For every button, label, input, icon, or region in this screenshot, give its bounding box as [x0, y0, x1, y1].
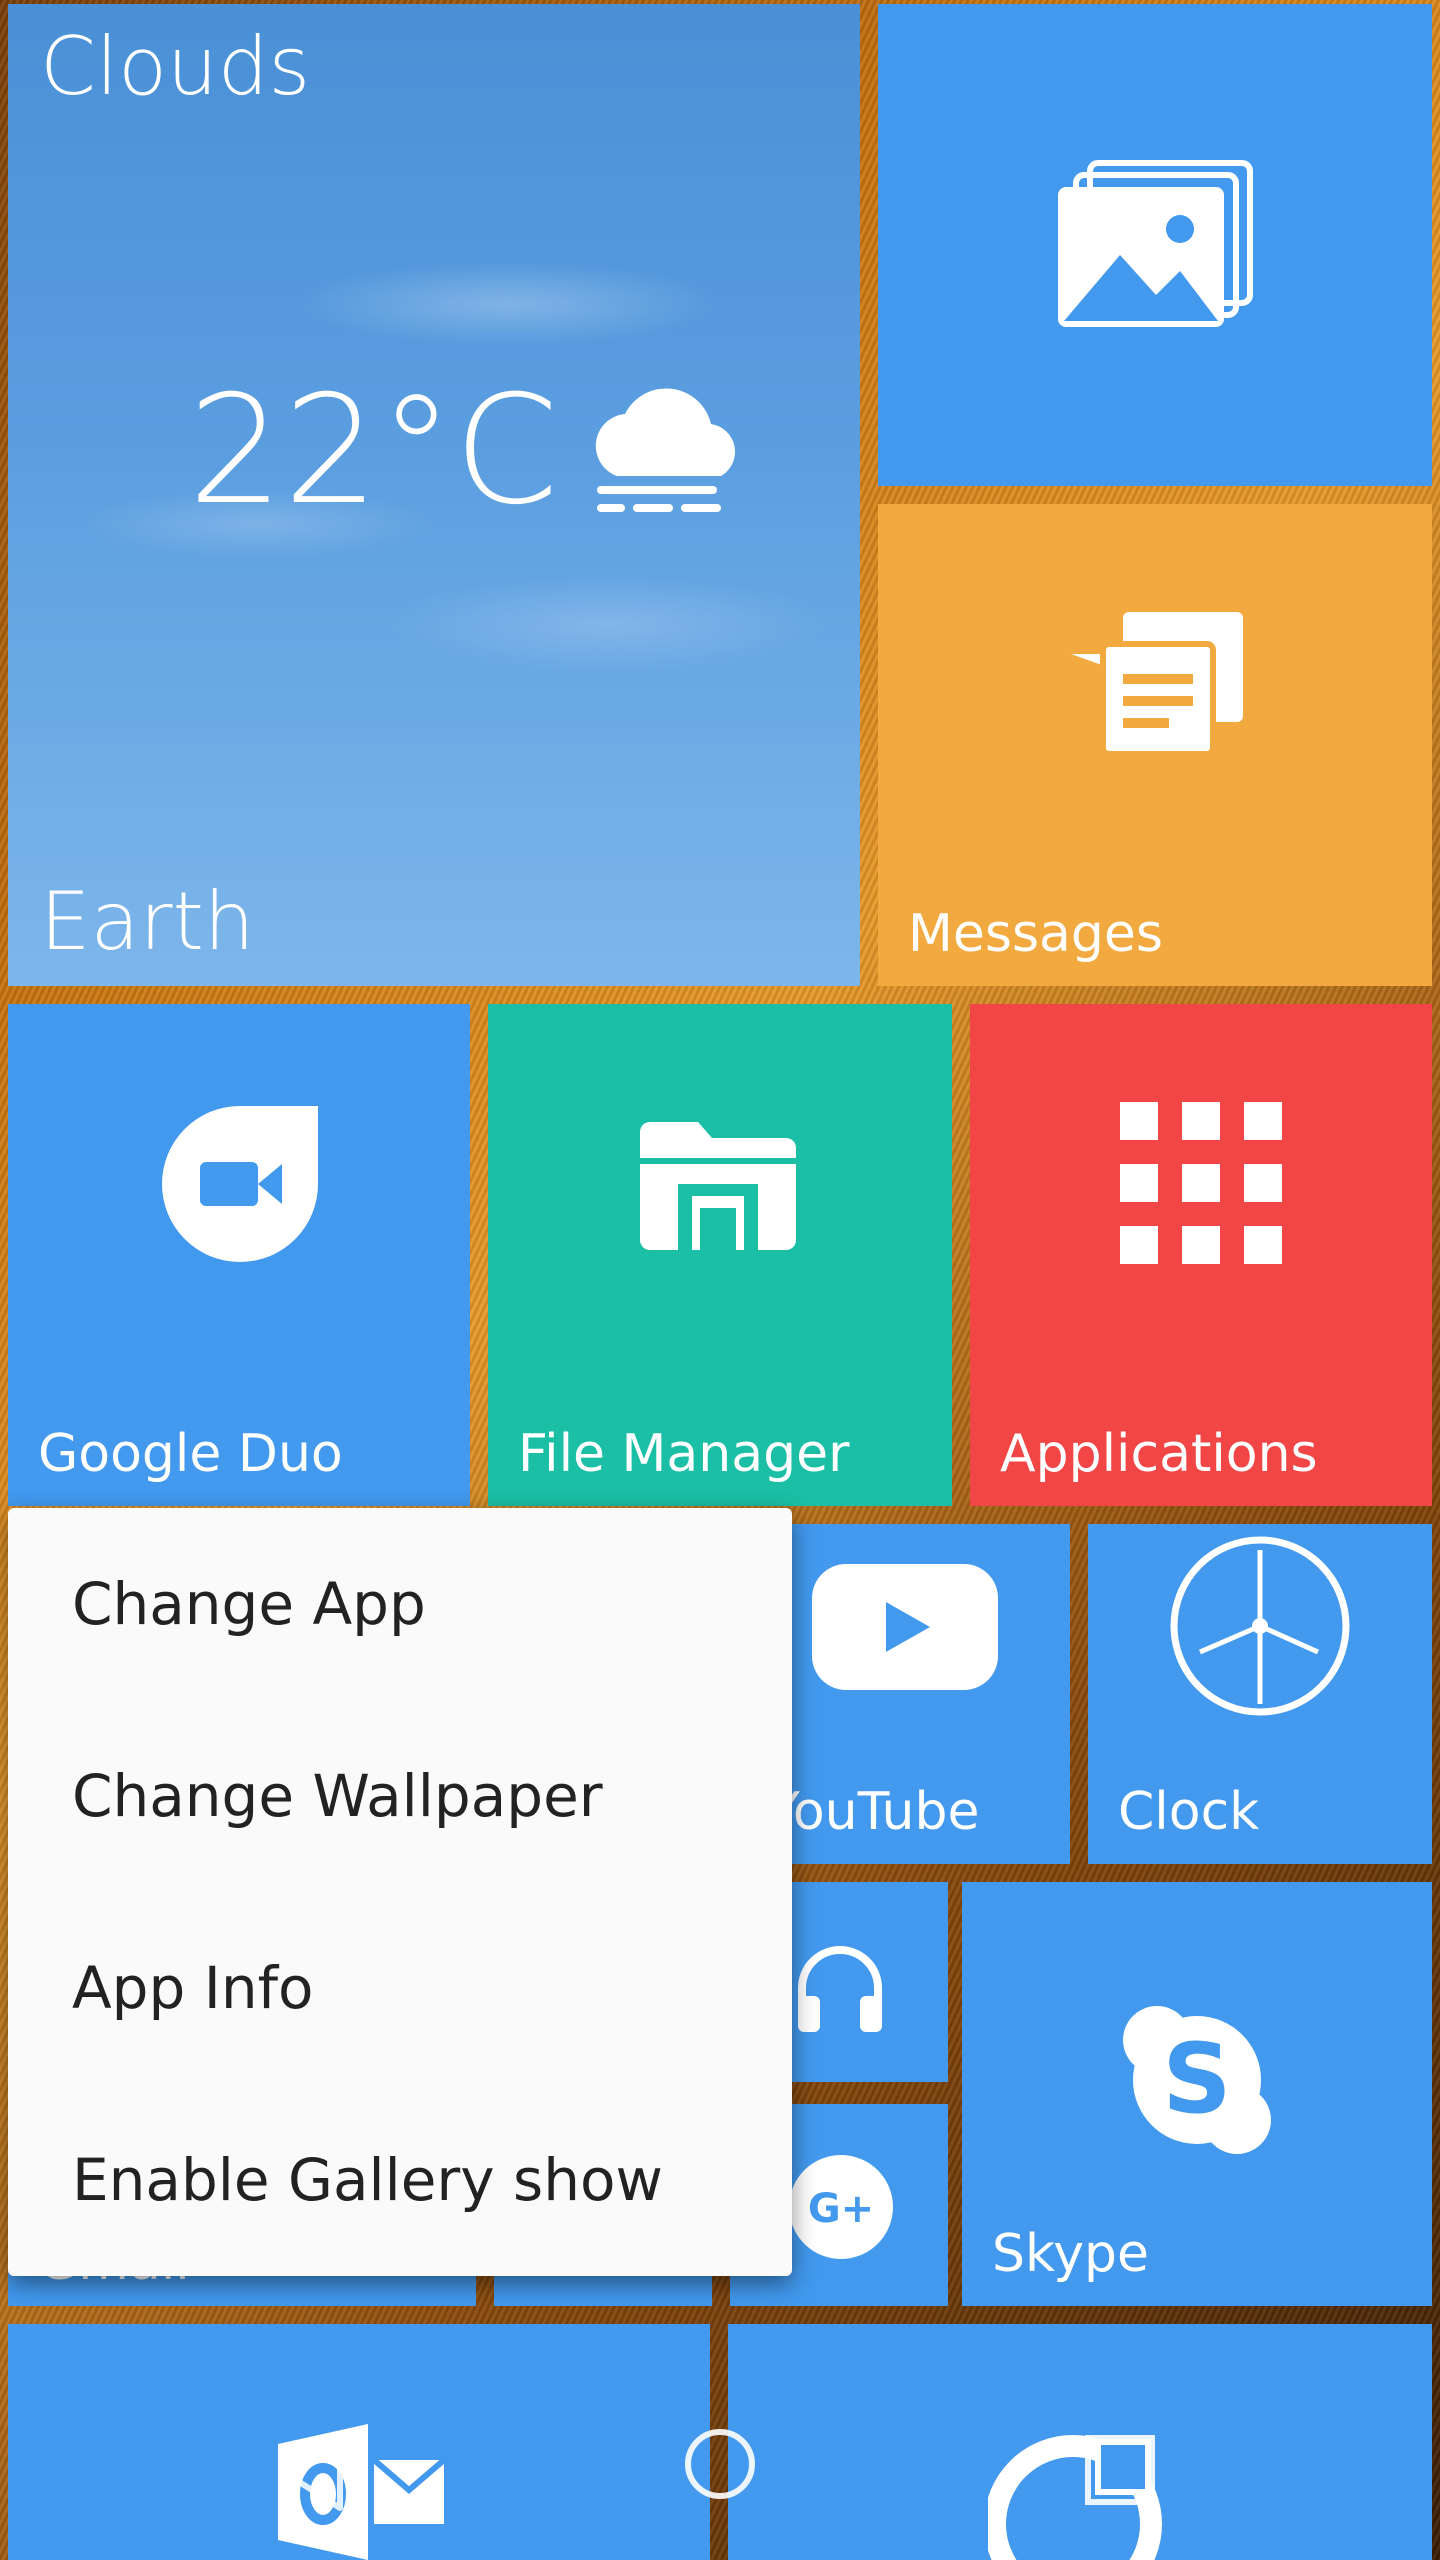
- cloud-fog-icon: [577, 366, 757, 536]
- home-icon[interactable]: [680, 2424, 760, 2504]
- skype-label: Skype: [992, 2224, 1150, 2284]
- clock-label: Clock: [1118, 1782, 1260, 1842]
- weather-tile[interactable]: Clouds 22°C Earth: [8, 4, 860, 986]
- gallery-icon: [1050, 155, 1260, 335]
- back-icon[interactable]: [280, 2436, 350, 2516]
- menu-item-change-app[interactable]: Change App: [72, 1570, 426, 1638]
- duo-icon: [158, 1102, 322, 1266]
- skype-tile[interactable]: S Skype: [962, 1882, 1432, 2306]
- applications-label: Applications: [1000, 1424, 1318, 1484]
- headphones-icon: [790, 1936, 890, 2036]
- google-plus-icon: G+: [786, 2152, 896, 2262]
- applications-tile[interactable]: Applications: [970, 1004, 1432, 1506]
- messages-icon: [1063, 604, 1253, 774]
- svg-text:G+: G+: [808, 2186, 874, 2232]
- weather-location: Earth: [40, 875, 255, 968]
- gallery-tile[interactable]: [878, 4, 1432, 486]
- google-duo-label: Google Duo: [38, 1424, 343, 1484]
- clock-icon: [1168, 1534, 1352, 1718]
- menu-item-enable-gallery-show[interactable]: Enable Gallery show: [72, 2146, 663, 2214]
- file-manager-tile[interactable]: File Manager: [488, 1004, 952, 1506]
- weather-condition: Clouds: [40, 20, 311, 113]
- clock-tile[interactable]: Clock: [1088, 1524, 1432, 1864]
- menu-item-app-info[interactable]: App Info: [72, 1954, 314, 2022]
- grid-icon: [1120, 1102, 1284, 1266]
- messages-label: Messages: [908, 904, 1163, 964]
- svg-text:S: S: [1162, 2023, 1231, 2135]
- messages-tile[interactable]: Messages: [878, 504, 1432, 986]
- recents-icon[interactable]: [1080, 2430, 1160, 2510]
- context-menu: Change App Change Wallpaper App Info Ena…: [8, 1508, 792, 2276]
- google-duo-tile[interactable]: Google Duo: [8, 1004, 470, 1506]
- menu-item-change-wallpaper[interactable]: Change Wallpaper: [72, 1762, 603, 1830]
- youtube-icon: [808, 1560, 1002, 1694]
- weather-temperature: 22°C: [188, 364, 559, 538]
- file-manager-label: File Manager: [518, 1424, 850, 1484]
- youtube-label: YouTube: [768, 1782, 980, 1842]
- folder-icon: [636, 1112, 800, 1252]
- skype-icon: S: [1117, 2000, 1277, 2160]
- outlook-tile[interactable]: [8, 2324, 710, 2560]
